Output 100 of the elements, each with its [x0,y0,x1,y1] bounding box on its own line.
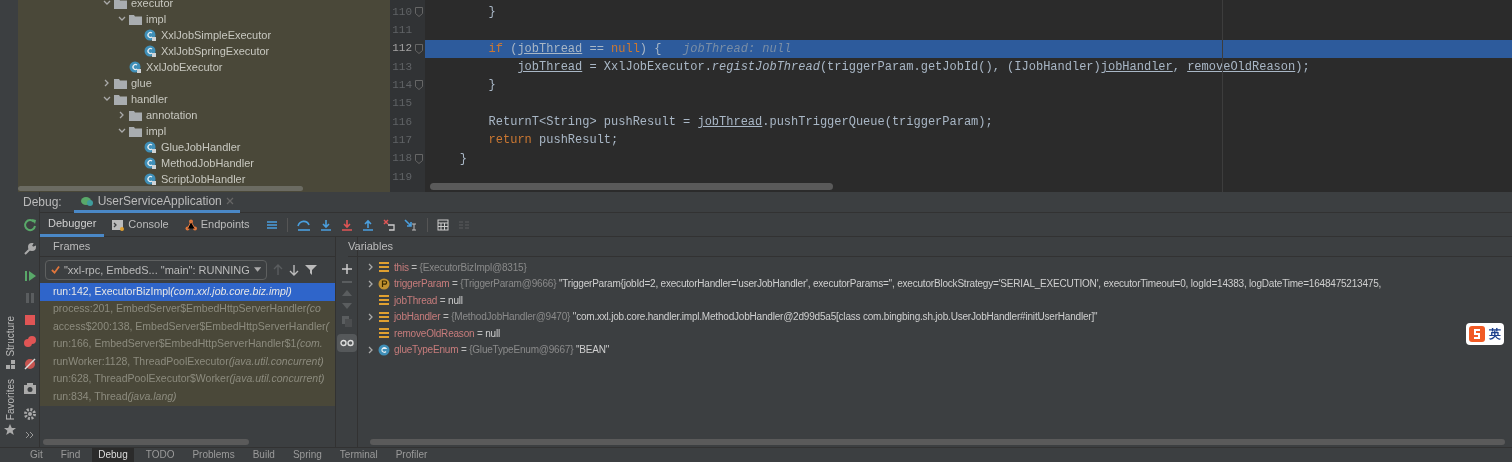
tool-window-tab[interactable]: Spring [286,448,328,462]
tool-window-tab[interactable]: Profiler [389,448,434,462]
structure-icon [5,359,15,369]
class-icon [144,172,157,186]
scrollbar[interactable] [43,439,249,445]
folder-icon [114,0,127,9]
variable-entry[interactable]: removeOldReason = null [394,325,500,341]
debugger-tab[interactable]: Console [104,212,177,237]
line-number: 112 [392,41,412,57]
tool-window-tab[interactable]: TODO [139,448,181,462]
side-tab[interactable]: Structure [2,316,18,369]
resume-icon[interactable] [22,269,37,283]
class-icon [144,140,157,154]
tree-item[interactable]: handler [131,90,168,108]
run-to-cursor-icon[interactable] [403,218,418,231]
code-line: ReturnT<String> pushResult = jobThread.pushTriggerQueue(triggerParam); [487,113,994,131]
settings-icon[interactable] [22,407,37,421]
debug-label: Debug: [23,194,62,211]
variable-entry[interactable]: this = {ExecutorBizImpl@8315} [394,259,527,275]
console-icon [112,218,125,231]
add-icon[interactable] [341,264,352,274]
tool-window-tab[interactable]: Find [54,448,87,462]
class-icon [144,44,157,58]
tool-window-tab[interactable]: Debug [92,448,134,462]
tree-item[interactable]: annotation [146,106,198,124]
scrollbar[interactable] [430,183,833,190]
chevron-right-icon[interactable] [367,345,375,354]
variable-entry[interactable]: triggerParam = {TriggerParam@9666} "TriggerParam{jobId=2, executorHandler='userJobHandler', executorParams='', executorBlockStrategy='SERIAL_EXECUTION', executorTimeout=0, logId=14383, logDateTime=1648475213475, [394,276,1382,292]
chevron-right-icon[interactable] [118,111,126,119]
tree-item[interactable]: impl [146,10,167,28]
ime-toolbar[interactable]: 英 [1466,323,1504,345]
code-line: } [458,150,468,168]
tool-window-tab[interactable]: Terminal [333,448,384,462]
mute-breakpoints-icon[interactable] [22,357,37,371]
class-icon [129,60,142,74]
chevron-right-icon[interactable] [367,263,375,272]
stop-icon[interactable] [22,313,37,327]
folder-icon [129,109,142,121]
tree-item[interactable]: MethodJobHandler [161,154,254,172]
star-icon[interactable] [4,423,16,436]
more-icon[interactable] [24,431,35,439]
chevron-right-icon[interactable] [367,279,375,288]
tree-item[interactable]: impl [146,122,167,140]
variable-entry[interactable]: jobThread = null [394,292,463,308]
scrollbar[interactable] [370,439,1505,445]
class-icon [144,156,157,170]
thread-dropdown[interactable]: "xxl-rpc, EmbedS... "main": RUNNING [45,260,267,280]
chevron-down-icon[interactable] [118,127,126,135]
down-arrow-icon[interactable] [289,264,299,276]
menu-icon[interactable] [265,218,278,231]
filter-icon[interactable] [305,264,317,276]
endpoints-icon [184,218,197,231]
variables-title: Variables [348,239,394,255]
tree-item[interactable]: XxlJobExecutor [146,58,223,76]
folder-icon [114,77,127,89]
side-tab[interactable]: Favorites [2,378,18,420]
chevron-right-icon[interactable] [367,312,375,321]
tree-item[interactable]: executor [131,0,174,12]
wrench-icon[interactable] [22,242,37,256]
debugger-tab[interactable]: Debugger [40,212,105,237]
variable-entry[interactable]: glueTypeEnum = {GlueTypeEnum@9667} "BEAN" [394,342,610,358]
class-icon [144,28,157,42]
scrollbar[interactable] [18,186,303,191]
code-line: } [487,4,497,22]
chevron-down-icon[interactable] [103,0,111,7]
calculator-icon[interactable] [436,218,449,231]
tree-item[interactable]: XxlJobSimpleExecutor [161,26,272,44]
force-step-into-icon[interactable] [340,218,353,231]
debugger-tab[interactable]: Endpoints [176,212,258,237]
folder-icon [129,13,142,25]
tree-item[interactable]: GlueJobHandler [161,138,241,156]
bug-icon [79,194,94,207]
drop-frame-icon[interactable] [382,218,395,231]
tree-item[interactable]: ScriptJobHandler [161,170,246,188]
folder-icon [129,125,142,137]
camera-icon[interactable] [22,381,37,395]
tree-item[interactable]: glue [131,74,152,92]
tool-window-tab[interactable]: Problems [186,448,241,462]
watches-toggle[interactable] [336,334,357,352]
tool-window-tab[interactable]: Git [24,448,49,462]
variable-entry[interactable]: jobHandler = {MethodJobHandler@9470} "com.xxl.job.core.handler.impl.MethodJobHandler@2d99d5a5[class com.bingbing.sh.job.UserJobHandler#initUserHandler]" [394,309,1098,325]
chevron-down-icon[interactable] [103,95,111,103]
chevron-down-icon[interactable] [118,15,126,23]
folder-icon [114,93,127,105]
breakpoints-icon[interactable] [22,335,37,349]
check-icon [51,265,60,275]
code-line: jobThread = XxlJobExecutor.registJobThread(triggerParam.getJobId(), (IJobHandler)jobHandler, removeOldReason); [516,59,1311,77]
code-line: } [487,77,497,95]
tree-item[interactable]: XxlJobSpringExecutor [161,42,270,60]
step-over-icon[interactable] [296,218,311,231]
step-out-icon[interactable] [361,218,374,231]
frames-title: Frames [53,239,91,255]
caret-icon [253,267,261,273]
code-line: return pushResult; [487,132,620,150]
step-into-icon[interactable] [319,218,332,231]
stack-frame[interactable]: run:142, ExecutorBizImpl(com.xxl.job.core.biz.impl) [40,283,335,301]
ime-logo-icon [1469,326,1485,342]
rerun-icon[interactable] [22,218,37,232]
tool-window-tab[interactable]: Build [246,448,281,462]
chevron-right-icon[interactable] [103,79,111,87]
